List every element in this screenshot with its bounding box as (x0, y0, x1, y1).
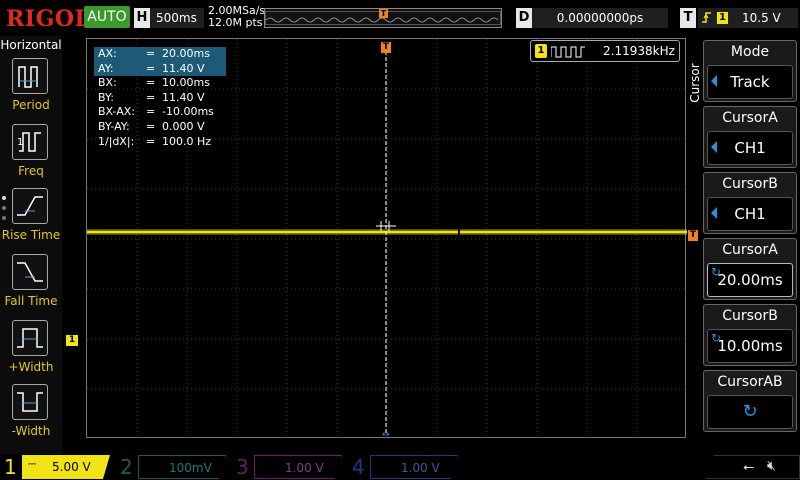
cursor-a-source-menu[interactable]: CursorA CH1 (703, 106, 797, 168)
measure-neg-width-button[interactable]: -Width (0, 384, 62, 448)
trigger-position-marker[interactable]: T (381, 42, 391, 53)
trigger-level: 10.5 V (742, 11, 781, 25)
cursor-row-dy: BY-AY: = 0.000 V (98, 119, 205, 133)
channel2-scale-box: 100mV (138, 455, 226, 479)
channel-status-bar: 1 ⎓ 5.00 V 2 100mV 3 1.00 V 4 1.00 V ⭠ 🔇… (0, 454, 800, 480)
multifunction-knob-icon: ↻ (742, 401, 758, 422)
rise-time-label: Rise Time (1, 228, 61, 242)
fall-time-icon (12, 254, 48, 290)
channel4-tab[interactable]: 4 1.00 V (348, 455, 460, 479)
memory-trigger-marker: T (379, 9, 388, 18)
cursor-ab-header: CursorAB (717, 374, 783, 390)
cursor-row-dx: BX-AX: = -10.00ms (98, 105, 214, 119)
rigol-logo: RIGOL (6, 6, 91, 32)
cursor-mode-menu[interactable]: Mode Track (703, 40, 797, 102)
cursor-b-position-menu[interactable]: CursorB ↻ 10.00ms (703, 304, 797, 366)
cursor-row-by: BY: = 11.40 V (98, 90, 205, 104)
sample-info: 2.00MSa/s 12.0M pts (208, 5, 265, 29)
channel1-ground-marker[interactable]: 1 (66, 335, 78, 346)
timebase-scale[interactable]: 500ms (150, 8, 204, 28)
channel2-tab[interactable]: 2 100mV (116, 455, 228, 479)
run-mode-auto-button[interactable]: AUTO (84, 6, 130, 28)
cursor-row-ay: AY: = 11.40 V (94, 61, 226, 77)
mode-value: Track (707, 65, 793, 99)
measure-freq-button[interactable]: 1 Freq (0, 124, 62, 188)
cursor-menu-tab: Cursor (688, 63, 702, 103)
channel3-scale-box: 1.00 V (254, 455, 342, 479)
cursor-a-source-header: CursorA (722, 110, 778, 126)
cursor-a-position-value: ↻ 20.00ms (707, 263, 793, 297)
channel3-number: 3 (236, 455, 249, 479)
left-arrow-icon (711, 141, 717, 153)
cursor-a-source-value: CH1 (707, 131, 793, 165)
channel3-scale: 1.00 V (285, 461, 324, 475)
cursor-row-inv-dx: 1/|dX|: = 100.0 Hz (98, 134, 212, 148)
measure-period-button[interactable]: Period (0, 58, 62, 122)
channel3-tab[interactable]: 3 1.00 V (232, 455, 344, 479)
cursor-a-position-menu[interactable]: CursorA ↻ 20.00ms (703, 238, 797, 300)
dc-coupling-icon: ⎓ (28, 459, 36, 470)
delay-key-label: D (516, 8, 532, 28)
neg-width-icon (12, 384, 48, 420)
cursor-row-bx: BX: = 10.00ms (98, 76, 210, 90)
measure-pos-width-button[interactable]: +Width (0, 320, 62, 384)
freq-label: Freq (18, 164, 44, 178)
left-arrow-icon (711, 207, 717, 219)
pos-width-icon (12, 320, 48, 356)
cursor-bottom-marker: ↔ (382, 430, 390, 440)
cursor-ab-menu[interactable]: CursorAB ↻ (703, 370, 797, 432)
mode-header: Mode (730, 44, 770, 60)
trigger-key-label: T (680, 8, 696, 28)
channel4-scale: 1.00 V (401, 461, 440, 475)
cursor-b-position-value: ↻ 10.00ms (707, 329, 793, 363)
channel4-scale-box: 1.00 V (370, 455, 458, 479)
left-arrow-icon (711, 75, 717, 87)
cursor-readout-table: AX: = 20.00ms AY: = 11.40 V BX: = 10.00ms BY: =… (94, 47, 226, 149)
left-menu-title: Horizontal (0, 38, 62, 52)
cursor-b-source-header: CursorB (722, 176, 778, 192)
multifunction-knob-icon: ↻ (711, 265, 722, 279)
channel2-number: 2 (120, 455, 133, 479)
neg-width-label: -Width (11, 424, 51, 438)
measure-fall-time-button[interactable]: Fall Time (0, 254, 62, 318)
trigger-info[interactable]: 1 10.5 V (698, 8, 798, 28)
channel1-scale-box: ⎓ 5.00 V (22, 455, 110, 479)
freq-value: 2.11938kHz (603, 44, 675, 58)
freq-channel-badge: 1 (535, 44, 547, 58)
channel4-number: 4 (352, 455, 365, 479)
fall-time-label: Fall Time (4, 294, 58, 308)
trigger-edge-icon (701, 8, 713, 34)
status-icon-area: ⭠ 🔇︎ (706, 455, 800, 479)
square-wave-icon (551, 46, 585, 58)
freq-icon: 1 (12, 124, 48, 160)
pos-width-label: +Width (8, 360, 54, 374)
cursor-b-source-value: CH1 (707, 197, 793, 231)
period-icon (12, 58, 48, 94)
frequency-counter[interactable]: 1 2.11938kHz (530, 40, 680, 62)
trigger-source: 1 (717, 12, 728, 24)
channel1-scale: 5.00 V (52, 460, 91, 474)
cursor-row-ax: AX: = 20.00ms (94, 47, 226, 62)
period-label: Period (12, 98, 50, 112)
multifunction-knob-icon: ↻ (711, 331, 722, 345)
horizontal-delay-value[interactable]: 0.00000000ps (532, 8, 668, 28)
cursor-b-source-menu[interactable]: CursorB CH1 (703, 172, 797, 234)
cursor-a-position-header: CursorA (722, 242, 778, 258)
cursor-ab-value: ↻ (707, 395, 793, 429)
horizontal-key-label: H (134, 8, 150, 28)
measure-rise-time-button[interactable]: Rise Time (0, 188, 62, 252)
trigger-level-marker[interactable]: T (688, 230, 698, 241)
usb-icon: ⭠ (743, 459, 755, 475)
rise-time-icon (12, 188, 48, 224)
cursor-b-position-header: CursorB (722, 308, 778, 324)
speaker-muted-icon[interactable]: 🔇︎ (767, 458, 776, 474)
svg-text:1: 1 (17, 137, 23, 148)
channel1-tab[interactable]: 1 ⎓ 5.00 V (0, 455, 112, 479)
top-status-bar: RIGOL AUTO H 500ms 2.00MSa/s 12.0M pts T… (0, 0, 800, 36)
channel1-number: 1 (4, 455, 17, 479)
horizontal-measure-menu: Horizontal Period 1 Freq Rise Time Fall … (0, 36, 62, 454)
memory-position-strip: T (264, 8, 502, 28)
memory-depth: 12.0M pts (208, 16, 263, 29)
channel2-scale: 100mV (169, 461, 212, 475)
